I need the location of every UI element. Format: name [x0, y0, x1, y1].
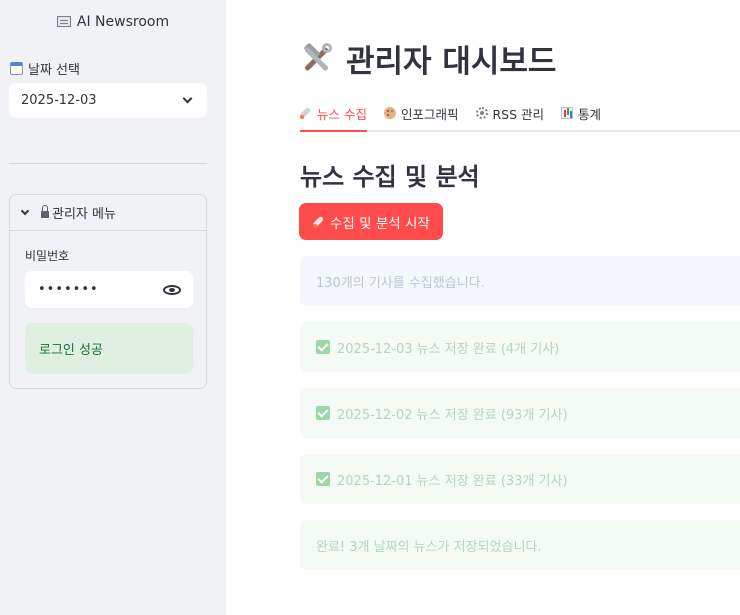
page-title-text: 관리자 대시보드	[346, 44, 557, 80]
date-select-value: 2025-12-03	[21, 93, 97, 108]
tab-rss[interactable]: RSS 관리	[475, 96, 545, 130]
eye-icon[interactable]	[163, 284, 181, 295]
tab-label: 인포그래픽	[400, 106, 459, 122]
start-collect-label: 수집 및 분석 시작	[330, 215, 430, 232]
tab-label: 뉴스 수집	[317, 106, 367, 122]
saved-alert: 2025-12-03 뉴스 저장 완료 (4개 기사)	[300, 322, 740, 372]
admin-menu-expander: 관리자 메뉴 비밀번호 ••••••• 로그인 성공	[9, 194, 207, 389]
section-title: 뉴스 수집 및 분석	[300, 163, 480, 191]
date-select[interactable]: 2025-12-03	[9, 83, 207, 118]
start-collect-button[interactable]: 수집 및 분석 시작	[299, 203, 443, 240]
tab-news-collect[interactable]: 뉴스 수집	[300, 96, 367, 132]
tab-label: RSS 관리	[492, 106, 545, 122]
admin-menu-label: 관리자 메뉴	[52, 207, 116, 222]
tools-icon	[300, 42, 334, 76]
date-select-label: 날짜 선택	[10, 59, 80, 78]
password-input[interactable]: •••••••	[25, 271, 193, 308]
lock-icon	[41, 205, 49, 218]
login-success-text: 로그인 성공	[39, 343, 103, 358]
done-alert: 완료! 3개 날짜의 뉴스가 저장되었습니다.	[300, 520, 740, 570]
tab-infographic[interactable]: 인포그래픽	[383, 96, 459, 130]
alert-text: 2025-12-02 뉴스 저장 완료 (93개 기사)	[337, 407, 568, 423]
check-icon	[316, 406, 330, 420]
chevron-down-icon	[20, 206, 30, 216]
sidebar: AI Newsroom 날짜 선택 2025-12-03 관리자 메뉴 비밀번호…	[0, 0, 226, 615]
gear-icon	[475, 107, 488, 119]
newspaper-icon	[56, 16, 71, 27]
alert-text: 130개의 기사를 수집했습니다.	[316, 275, 485, 291]
admin-menu-header[interactable]: 관리자 메뉴	[10, 195, 206, 231]
main-content: 관리자 대시보드 뉴스 수집 인포그래픽 RSS 관리 통계 뉴스 수집 및 분…	[226, 0, 740, 615]
bar-chart-icon	[561, 107, 574, 119]
sidebar-divider	[9, 163, 207, 164]
tab-bar: 뉴스 수집 인포그래픽 RSS 관리 통계	[300, 96, 740, 132]
saved-alert: 2025-12-02 뉴스 저장 완료 (93개 기사)	[300, 388, 740, 438]
date-select-label-text: 날짜 선택	[28, 63, 80, 78]
app-title-text: AI Newsroom	[76, 14, 170, 30]
rocket-icon	[300, 107, 312, 119]
calendar-icon	[10, 62, 23, 75]
alert-text: 2025-12-03 뉴스 저장 완료 (4개 기사)	[337, 341, 560, 357]
alert-text: 완료! 3개 날짜의 뉴스가 저장되었습니다.	[316, 539, 542, 555]
collected-info-alert: 130개의 기사를 수집했습니다.	[300, 256, 740, 306]
password-label: 비밀번호	[25, 249, 70, 263]
tab-stats[interactable]: 통계	[561, 96, 601, 130]
alert-text: 2025-12-01 뉴스 저장 완료 (33개 기사)	[337, 473, 568, 489]
password-value: •••••••	[38, 282, 99, 297]
page-title: 관리자 대시보드	[300, 36, 556, 81]
palette-icon	[383, 107, 396, 119]
tab-label: 통계	[578, 106, 602, 122]
app-title[interactable]: AI Newsroom	[0, 14, 226, 30]
check-icon	[316, 340, 330, 354]
login-success-alert: 로그인 성공	[25, 323, 193, 374]
check-icon	[316, 472, 330, 486]
saved-alert: 2025-12-01 뉴스 저장 완료 (33개 기사)	[300, 454, 740, 504]
rocket-icon	[313, 216, 325, 228]
chevron-down-icon	[182, 93, 193, 104]
